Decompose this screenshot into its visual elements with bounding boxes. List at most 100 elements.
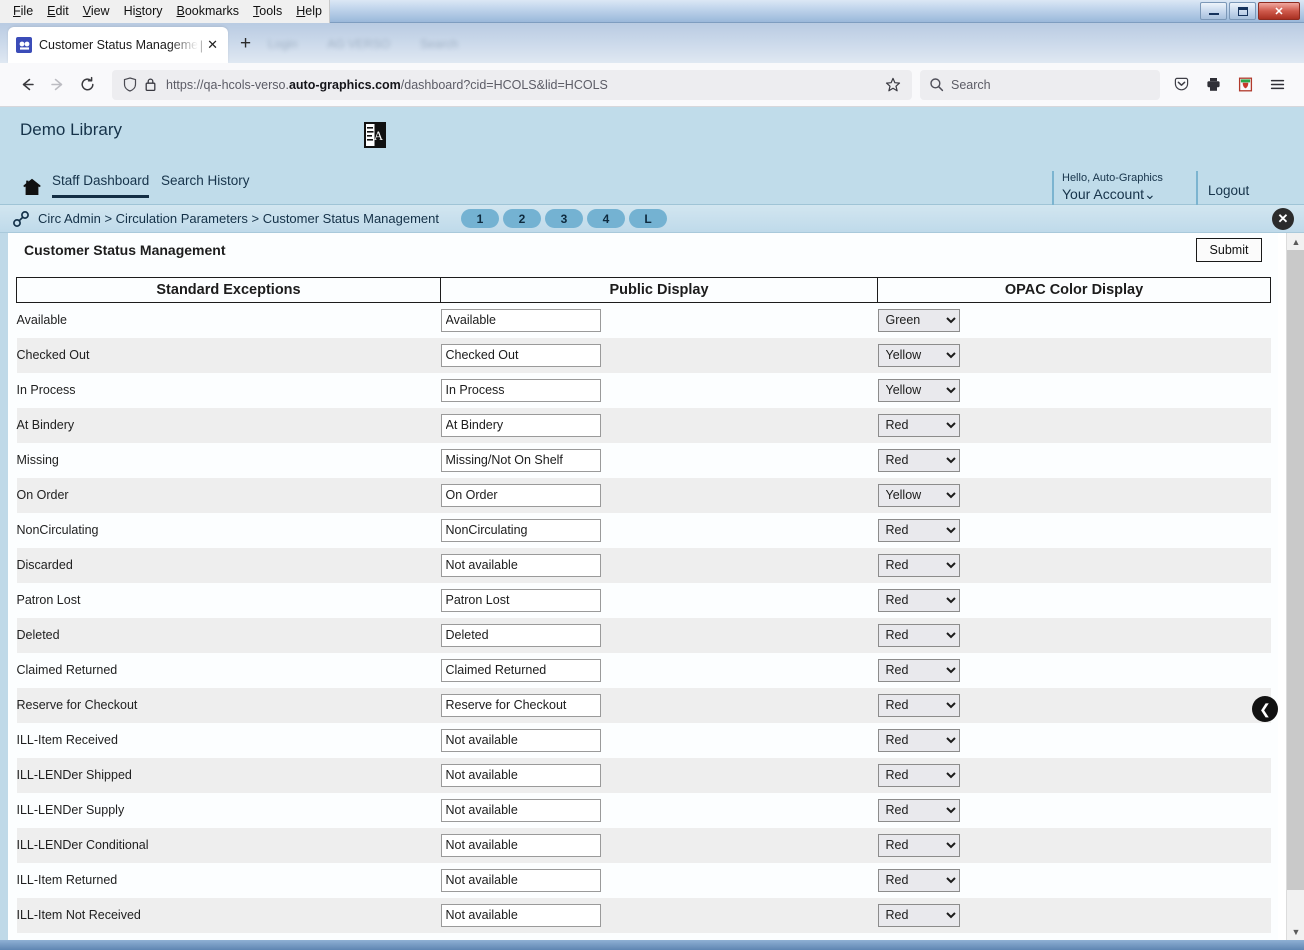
public-display-input[interactable] xyxy=(440,308,601,332)
opac-color-select[interactable]: GreenYellowRed xyxy=(877,343,960,367)
public-display-input[interactable] xyxy=(440,553,601,577)
opac-color-select[interactable]: GreenYellowRed xyxy=(877,378,960,402)
extension-icon[interactable] xyxy=(1230,70,1260,100)
cell-opac-color-display: GreenYellowRed xyxy=(877,722,1271,758)
reload-icon[interactable] xyxy=(72,70,102,100)
close-icon[interactable]: ✕ xyxy=(1272,208,1294,230)
opac-color-select[interactable]: GreenYellowRed xyxy=(877,623,960,647)
public-display-input[interactable] xyxy=(440,833,601,857)
shield-icon[interactable] xyxy=(120,75,140,95)
table-row: ILL-LENDer Supply GreenYellowRed xyxy=(16,792,1271,828)
opac-color-select[interactable]: GreenYellowRed xyxy=(877,588,960,612)
logout-link[interactable]: Logout xyxy=(1208,183,1249,198)
table-header-row: Standard Exceptions Public Display OPAC … xyxy=(16,277,1271,303)
pocket-icon[interactable] xyxy=(1166,70,1196,100)
opac-color-select[interactable]: GreenYellowRed xyxy=(877,658,960,682)
collapse-panel-button[interactable]: ❮ xyxy=(1252,696,1278,722)
table-row: Reserve for Checkout GreenYellowRed xyxy=(16,687,1271,723)
cell-standard-exception: Claimed Returned xyxy=(16,652,441,688)
browser-tab-active[interactable]: Customer Status Management | ✕ xyxy=(8,27,228,63)
public-display-input[interactable] xyxy=(440,623,601,647)
minimize-button[interactable] xyxy=(1200,2,1227,20)
opac-color-select[interactable]: GreenYellowRed xyxy=(877,483,960,507)
opac-color-select[interactable]: GreenYellowRed xyxy=(877,553,960,577)
opac-color-select[interactable]: GreenYellowRed xyxy=(877,448,960,472)
public-display-input[interactable] xyxy=(440,763,601,787)
menu-edit[interactable]: Edit xyxy=(40,2,76,21)
table-row: ILL-LENDer Shipped GreenYellowRed xyxy=(16,757,1271,793)
scrollbar-thumb[interactable] xyxy=(1287,250,1304,890)
url-bar[interactable]: https://qa-hcols-verso.auto-graphics.com… xyxy=(112,69,912,100)
opac-color-select[interactable]: GreenYellowRed xyxy=(877,308,960,332)
step-pill-2[interactable]: 2 xyxy=(503,209,542,228)
step-pill-1[interactable]: 1 xyxy=(461,209,500,228)
ghost-tab-0: Login xyxy=(268,37,298,51)
step-pill-4[interactable]: 4 xyxy=(587,209,626,228)
cell-standard-exception: Checked Out xyxy=(16,337,441,373)
public-display-input[interactable] xyxy=(440,448,601,472)
public-display-input[interactable] xyxy=(440,483,601,507)
your-account-menu[interactable]: Your Account⌄ xyxy=(1062,185,1163,203)
language-switch-icon[interactable]: A xyxy=(363,121,387,149)
forward-arrow-icon[interactable] xyxy=(42,70,72,100)
public-display-input[interactable] xyxy=(440,658,601,682)
cell-standard-exception: ILL-LENDer Supply xyxy=(16,792,441,828)
public-display-input[interactable] xyxy=(440,903,601,927)
home-icon[interactable] xyxy=(22,178,42,201)
table-row: NonCirculating GreenYellowRed xyxy=(16,512,1271,548)
scroll-down-arrow-icon[interactable]: ▼ xyxy=(1287,923,1304,940)
browser-search-bar[interactable]: Search xyxy=(920,69,1160,100)
cell-public-display xyxy=(440,617,878,653)
submit-button[interactable]: Submit xyxy=(1196,238,1262,262)
cell-opac-color-display: GreenYellowRed xyxy=(877,512,1271,548)
cell-standard-exception: ILL-LENDer Conditional xyxy=(16,827,441,863)
public-display-input[interactable] xyxy=(440,798,601,822)
print-icon[interactable] xyxy=(1198,70,1228,100)
opac-color-select[interactable]: GreenYellowRed xyxy=(877,868,960,892)
new-tab-button[interactable]: + xyxy=(240,34,251,53)
public-display-input[interactable] xyxy=(440,378,601,402)
sidebar-item-search-history[interactable]: Search History xyxy=(161,173,250,195)
hamburger-menu-icon[interactable] xyxy=(1262,70,1292,100)
step-pill-l[interactable]: L xyxy=(629,209,668,228)
menu-help[interactable]: Help xyxy=(289,2,329,21)
opac-color-select[interactable]: GreenYellowRed xyxy=(877,518,960,542)
browser-search-placeholder: Search xyxy=(951,77,991,92)
tab-title: Customer Status Management xyxy=(39,38,198,52)
opac-color-select[interactable]: GreenYellowRed xyxy=(877,763,960,787)
link-chain-icon xyxy=(12,210,30,228)
table-row: ILL-Item Received GreenYellowRed xyxy=(16,722,1271,758)
public-display-input[interactable] xyxy=(440,343,601,367)
opac-color-select[interactable]: GreenYellowRed xyxy=(877,693,960,717)
opac-color-select[interactable]: GreenYellowRed xyxy=(877,833,960,857)
os-window: File Edit View History Bookmarks Tools H… xyxy=(0,0,1304,950)
opac-color-select[interactable]: GreenYellowRed xyxy=(877,728,960,752)
menu-bookmarks[interactable]: Bookmarks xyxy=(170,2,247,21)
opac-color-select[interactable]: GreenYellowRed xyxy=(877,413,960,437)
scroll-up-arrow-icon[interactable]: ▲ xyxy=(1287,233,1304,250)
menu-history[interactable]: History xyxy=(117,2,170,21)
close-window-button[interactable]: ✕ xyxy=(1258,2,1300,20)
padlock-icon[interactable] xyxy=(140,75,160,95)
public-display-input[interactable] xyxy=(440,588,601,612)
step-pill-3[interactable]: 3 xyxy=(545,209,584,228)
public-display-input[interactable] xyxy=(440,413,601,437)
public-display-input[interactable] xyxy=(440,868,601,892)
opac-color-select[interactable]: GreenYellowRed xyxy=(877,798,960,822)
maximize-button[interactable] xyxy=(1229,2,1256,20)
content-scrollbar[interactable]: ▲ ▼ xyxy=(1286,233,1304,940)
window-controls: ✕ xyxy=(1200,2,1300,20)
table-row: Missing GreenYellowRed xyxy=(16,442,1271,478)
sidebar-item-staff-dashboard[interactable]: Staff Dashboard xyxy=(52,173,150,198)
bookmark-star-icon[interactable] xyxy=(882,74,904,96)
public-display-input[interactable] xyxy=(440,518,601,542)
public-display-input[interactable] xyxy=(440,693,601,717)
menu-file[interactable]: File xyxy=(6,2,40,21)
back-arrow-icon[interactable] xyxy=(12,70,42,100)
cell-opac-color-display: GreenYellowRed xyxy=(877,652,1271,688)
tab-close-icon[interactable]: ✕ xyxy=(205,37,220,53)
public-display-input[interactable] xyxy=(440,728,601,752)
menu-tools[interactable]: Tools xyxy=(246,2,289,21)
opac-color-select[interactable]: GreenYellowRed xyxy=(877,903,960,927)
menu-view[interactable]: View xyxy=(76,2,117,21)
